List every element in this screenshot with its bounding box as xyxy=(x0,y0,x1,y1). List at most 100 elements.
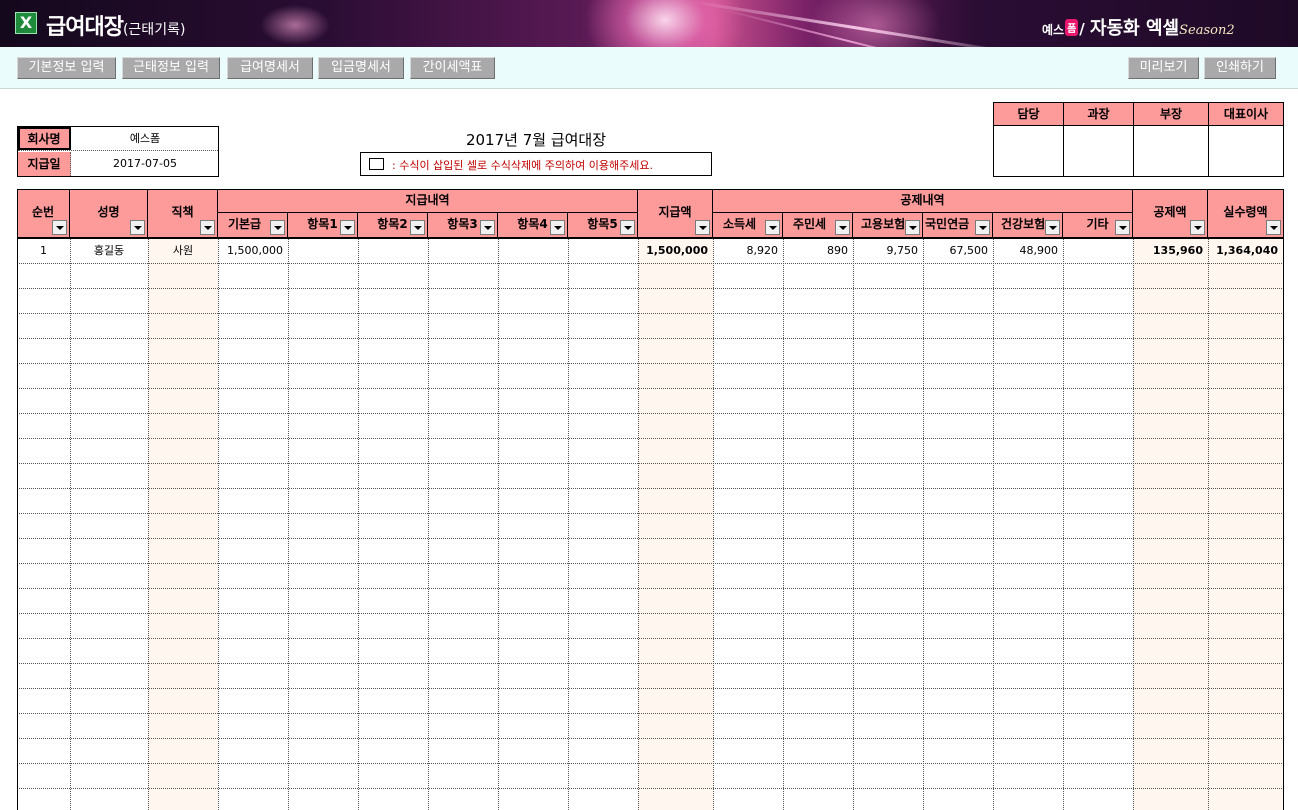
brand-badge: 폼 xyxy=(1065,19,1079,36)
approval-head: 과장 xyxy=(1064,103,1133,126)
cell-item3[interactable] xyxy=(428,239,498,263)
filter-dropdown-icon[interactable] xyxy=(695,220,710,235)
cell-resident-tax[interactable]: 890 xyxy=(783,239,853,263)
formula-cell-swatch xyxy=(369,158,384,170)
filter-dropdown-icon[interactable] xyxy=(905,220,920,235)
filter-dropdown-icon[interactable] xyxy=(975,220,990,235)
company-value[interactable]: 예스폼 xyxy=(72,127,218,150)
filter-dropdown-icon[interactable] xyxy=(620,220,635,235)
preview-button[interactable]: 미리보기 xyxy=(1128,57,1199,79)
banner-glow xyxy=(260,5,330,45)
grid-column-line xyxy=(70,238,71,810)
print-button[interactable]: 인쇄하기 xyxy=(1204,57,1276,79)
grid-column-line xyxy=(358,238,359,810)
cell-name[interactable]: 홍길동 xyxy=(70,239,148,263)
header-item2: 항목2 xyxy=(358,213,428,238)
filter-dropdown-icon[interactable] xyxy=(1190,220,1205,235)
company-row: 회사명 예스폼 xyxy=(18,127,218,151)
company-label[interactable]: 회사명 xyxy=(18,127,71,150)
cell-base-pay[interactable]: 1,500,000 xyxy=(218,239,288,263)
header-item1: 항목1 xyxy=(288,213,358,238)
grid-column-line xyxy=(638,238,639,810)
filter-dropdown-icon[interactable] xyxy=(410,220,425,235)
header-item5: 항목5 xyxy=(568,213,638,238)
grid-row-line xyxy=(17,513,1284,514)
approval-col-manager[interactable]: 담당 xyxy=(994,103,1064,176)
filter-dropdown-icon[interactable] xyxy=(835,220,850,235)
filter-dropdown-icon[interactable] xyxy=(765,220,780,235)
header-item4: 항목4 xyxy=(498,213,568,238)
filter-dropdown-icon[interactable] xyxy=(52,220,67,235)
grid-row-line xyxy=(17,738,1284,739)
excel-icon: X xyxy=(15,12,37,34)
grid-row-line xyxy=(17,288,1284,289)
deposit-statement-button[interactable]: 입금명세서 xyxy=(318,57,404,79)
header-income-tax-label: 소득세 xyxy=(722,217,757,231)
filter-dropdown-icon[interactable] xyxy=(1045,220,1060,235)
filter-dropdown-icon[interactable] xyxy=(340,220,355,235)
header-pay-total: 지급액 xyxy=(638,189,713,238)
filter-dropdown-icon[interactable] xyxy=(200,220,215,235)
header-deduct-group: 공제내역 xyxy=(713,189,1133,213)
cell-position[interactable]: 사원 xyxy=(148,239,218,263)
payroll-title: 2017년 7월 급여대장 xyxy=(465,131,607,149)
cell-no[interactable]: 1 xyxy=(17,239,70,263)
grid-row-line xyxy=(17,538,1284,539)
filter-dropdown-icon[interactable] xyxy=(550,220,565,235)
paydate-value[interactable]: 2017-07-05 xyxy=(72,152,218,176)
approval-head: 대표이사 xyxy=(1209,103,1283,126)
header-net-pay: 실수령액 xyxy=(1208,189,1283,238)
pay-statement-button[interactable]: 급여명세서 xyxy=(227,57,313,79)
basic-info-button[interactable]: 기본정보 입력 xyxy=(17,57,116,79)
app-title: 급여대장(근태기록) xyxy=(46,9,185,41)
approval-col-chief[interactable]: 과장 xyxy=(1064,103,1134,176)
cell-other[interactable] xyxy=(1063,239,1133,263)
cell-net-pay[interactable]: 1,364,040 xyxy=(1208,239,1283,263)
cell-item5[interactable] xyxy=(568,239,638,263)
cell-deduct-total[interactable]: 135,960 xyxy=(1133,239,1208,263)
grid-column-line xyxy=(428,238,429,810)
cell-item4[interactable] xyxy=(498,239,568,263)
filter-dropdown-icon[interactable] xyxy=(130,220,145,235)
cell-item1[interactable] xyxy=(288,239,358,263)
header-employment-ins-label: 고용보험 xyxy=(861,217,906,231)
cell-employment-ins[interactable]: 9,750 xyxy=(853,239,923,263)
brand-logo: 예스 폼 / 자동화 엑셀Season2 xyxy=(1042,14,1235,40)
cell-pension[interactable]: 67,500 xyxy=(923,239,993,263)
tax-table-button[interactable]: 간이세액표 xyxy=(410,57,495,79)
header-base-pay: 기본급 xyxy=(218,213,288,238)
attendance-info-button[interactable]: 근태정보 입력 xyxy=(122,57,220,79)
cell-health-ins[interactable]: 48,900 xyxy=(993,239,1063,263)
grid-row-line xyxy=(17,713,1284,714)
company-info-box: 회사명 예스폼 지급일 2017-07-05 xyxy=(17,126,219,177)
grid-row-line xyxy=(17,563,1284,564)
paydate-label: 지급일 xyxy=(18,152,71,176)
approval-col-director[interactable]: 부장 xyxy=(1134,103,1209,176)
cell-pay-total[interactable]: 1,500,000 xyxy=(638,239,713,263)
filter-dropdown-icon[interactable] xyxy=(480,220,495,235)
column-shade xyxy=(148,239,218,810)
filter-dropdown-icon[interactable] xyxy=(270,220,285,235)
cell-income-tax[interactable]: 8,920 xyxy=(713,239,783,263)
header-pension-label: 국민연금 xyxy=(925,217,970,231)
cell-item2[interactable] xyxy=(358,239,428,263)
grid-row-line xyxy=(17,463,1284,464)
filter-dropdown-icon[interactable] xyxy=(1115,220,1130,235)
grid-row-line xyxy=(17,638,1284,639)
grid-column-line xyxy=(853,238,854,810)
header-name-label: 성명 xyxy=(97,205,120,219)
filter-dropdown-icon[interactable] xyxy=(1266,220,1281,235)
header-health-ins: 건강보험 xyxy=(993,213,1063,238)
header-health-ins-label: 건강보험 xyxy=(1001,217,1046,231)
grid-column-line xyxy=(1208,238,1209,810)
grid-row-line xyxy=(17,438,1284,439)
header-income-tax: 소득세 xyxy=(713,213,783,238)
header-deduct-total: 공제액 xyxy=(1133,189,1208,238)
header-other-label: 기타 xyxy=(1086,217,1109,231)
grid-row-line xyxy=(17,363,1284,364)
approval-col-ceo[interactable]: 대표이사 xyxy=(1209,103,1283,176)
header-name: 성명 xyxy=(70,189,148,238)
grid-column-line xyxy=(498,238,499,810)
header-other: 기타 xyxy=(1063,213,1133,238)
header-net-pay-label: 실수령액 xyxy=(1223,205,1268,219)
